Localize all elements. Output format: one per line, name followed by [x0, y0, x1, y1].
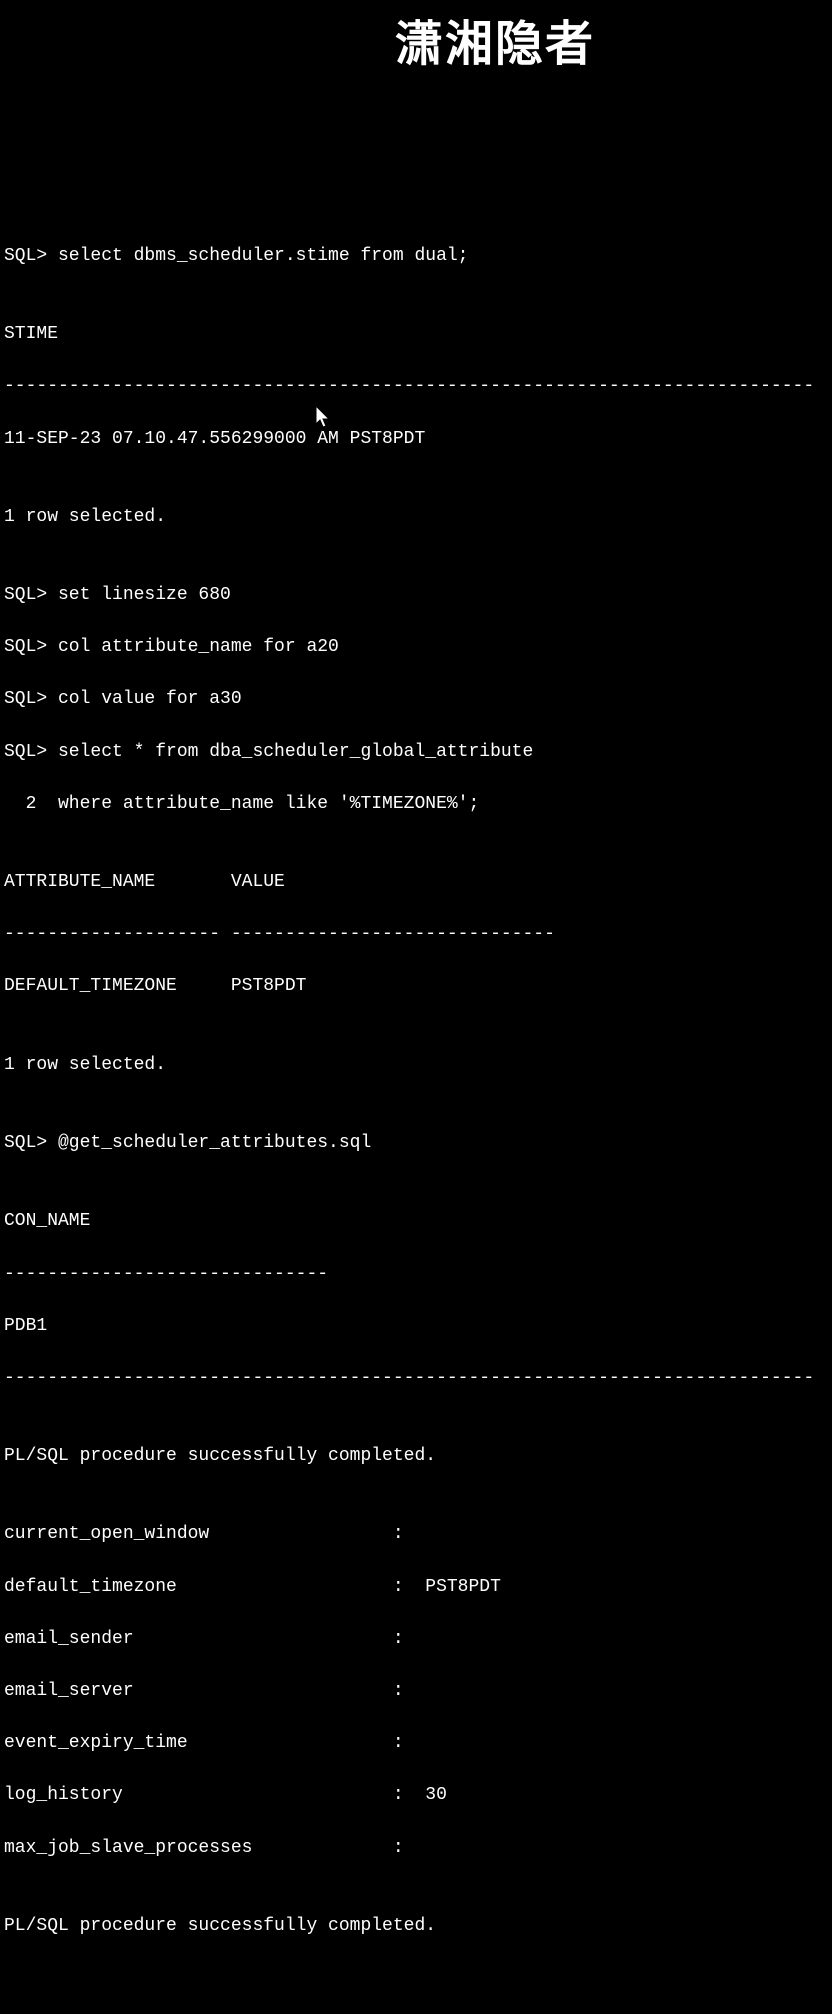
watermark-text: 潇湘隐者 [395, 10, 595, 80]
status-message: PL/SQL procedure successfully completed. [4, 1443, 828, 1469]
sql-command-line: SQL> col value for a30 [4, 686, 828, 712]
separator-line: ----------------------------------------… [4, 1365, 828, 1391]
sql-command-line: SQL> @get_scheduler_attributes.sql [4, 1130, 828, 1156]
result-row: DEFAULT_TIMEZONE PST8PDT [4, 973, 828, 999]
row-count: 1 row selected. [4, 504, 828, 530]
terminal-output: SQL> select dbms_scheduler.stime from du… [4, 217, 828, 1965]
column-header: STIME [4, 321, 828, 347]
sql-command-line: SQL> set linesize 680 [4, 582, 828, 608]
separator-line: ------------------------------ [4, 1261, 828, 1287]
attribute-row: email_server : [4, 1678, 828, 1704]
sql-command-line: SQL> select dbms_scheduler.stime from du… [4, 243, 828, 269]
sql-command-line: SQL> select * from dba_scheduler_global_… [4, 739, 828, 765]
column-header: CON_NAME [4, 1208, 828, 1234]
sql-command-line: SQL> col attribute_name for a20 [4, 634, 828, 660]
attribute-row: email_sender : [4, 1626, 828, 1652]
column-header: ATTRIBUTE_NAME VALUE [4, 869, 828, 895]
attribute-row: default_timezone : PST8PDT [4, 1574, 828, 1600]
attribute-row: log_history : 30 [4, 1782, 828, 1808]
result-row: 11-SEP-23 07.10.47.556299000 AM PST8PDT [4, 426, 828, 452]
result-row: PDB1 [4, 1313, 828, 1339]
row-count: 1 row selected. [4, 1052, 828, 1078]
separator-line: -------------------- -------------------… [4, 921, 828, 947]
attribute-row: event_expiry_time : [4, 1730, 828, 1756]
sql-continuation-line: 2 where attribute_name like '%TIMEZONE%'… [4, 791, 828, 817]
separator-line: ----------------------------------------… [4, 373, 828, 399]
attribute-row: max_job_slave_processes : [4, 1835, 828, 1861]
attribute-row: current_open_window : [4, 1521, 828, 1547]
status-message: PL/SQL procedure successfully completed. [4, 1913, 828, 1939]
